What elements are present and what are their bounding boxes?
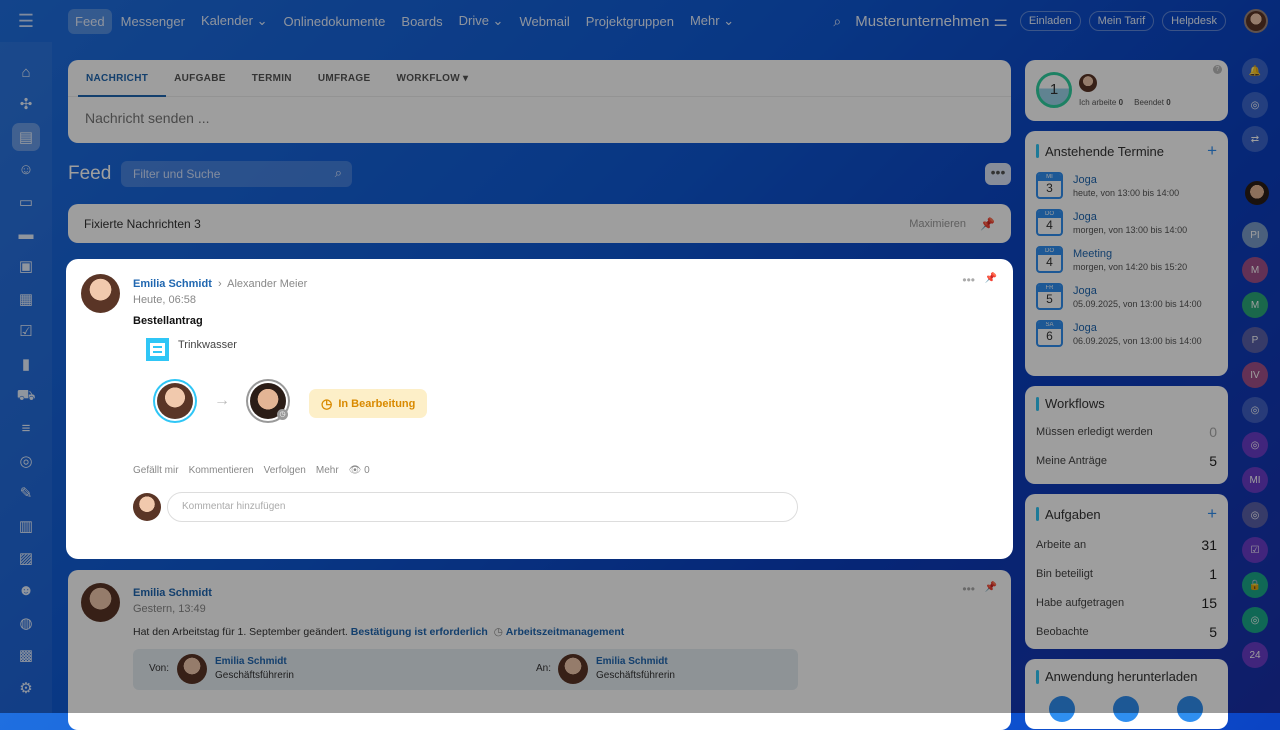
post-action-2[interactable]: Verfolgen: [264, 465, 306, 476]
post-action-1[interactable]: Kommentieren: [189, 465, 254, 476]
status-text: In Bearbeitung: [338, 397, 416, 410]
author-name[interactable]: Emilia Schmidt: [133, 278, 212, 290]
post-time[interactable]: Heute, 06:58: [133, 294, 307, 306]
post-action-3[interactable]: Mehr: [316, 465, 339, 476]
post-menu-icon[interactable]: •••: [962, 273, 975, 287]
views-value: 0: [364, 465, 370, 476]
views-count: 👁 0: [349, 465, 370, 476]
eye-icon: 👁: [348, 465, 362, 476]
arrow-right-icon: →: [214, 392, 230, 409]
clock-icon: ◷: [321, 395, 333, 411]
pending-clock-icon: ◷: [277, 409, 288, 420]
pin-icon[interactable]: 📌: [985, 273, 997, 284]
item-name: Trinkwasser: [178, 339, 237, 351]
requester-avatar[interactable]: [157, 383, 193, 419]
author-avatar[interactable]: [81, 274, 120, 313]
current-user-avatar: [133, 493, 161, 521]
recipient-name[interactable]: Alexander Meier: [227, 278, 307, 290]
status-badge: ◷ In Bearbeitung: [309, 389, 428, 418]
comment-input[interactable]: Kommentar hinzufügen: [167, 492, 798, 522]
post-action-0[interactable]: Gefällt mir: [133, 465, 179, 476]
list-document-icon: [146, 338, 169, 361]
feed-post-workflow: Emilia Schmidt › Alexander Meier Heute, …: [68, 261, 1011, 557]
post-title: Bestellantrag: [133, 315, 203, 327]
chevron-right-icon: ›: [214, 278, 225, 290]
